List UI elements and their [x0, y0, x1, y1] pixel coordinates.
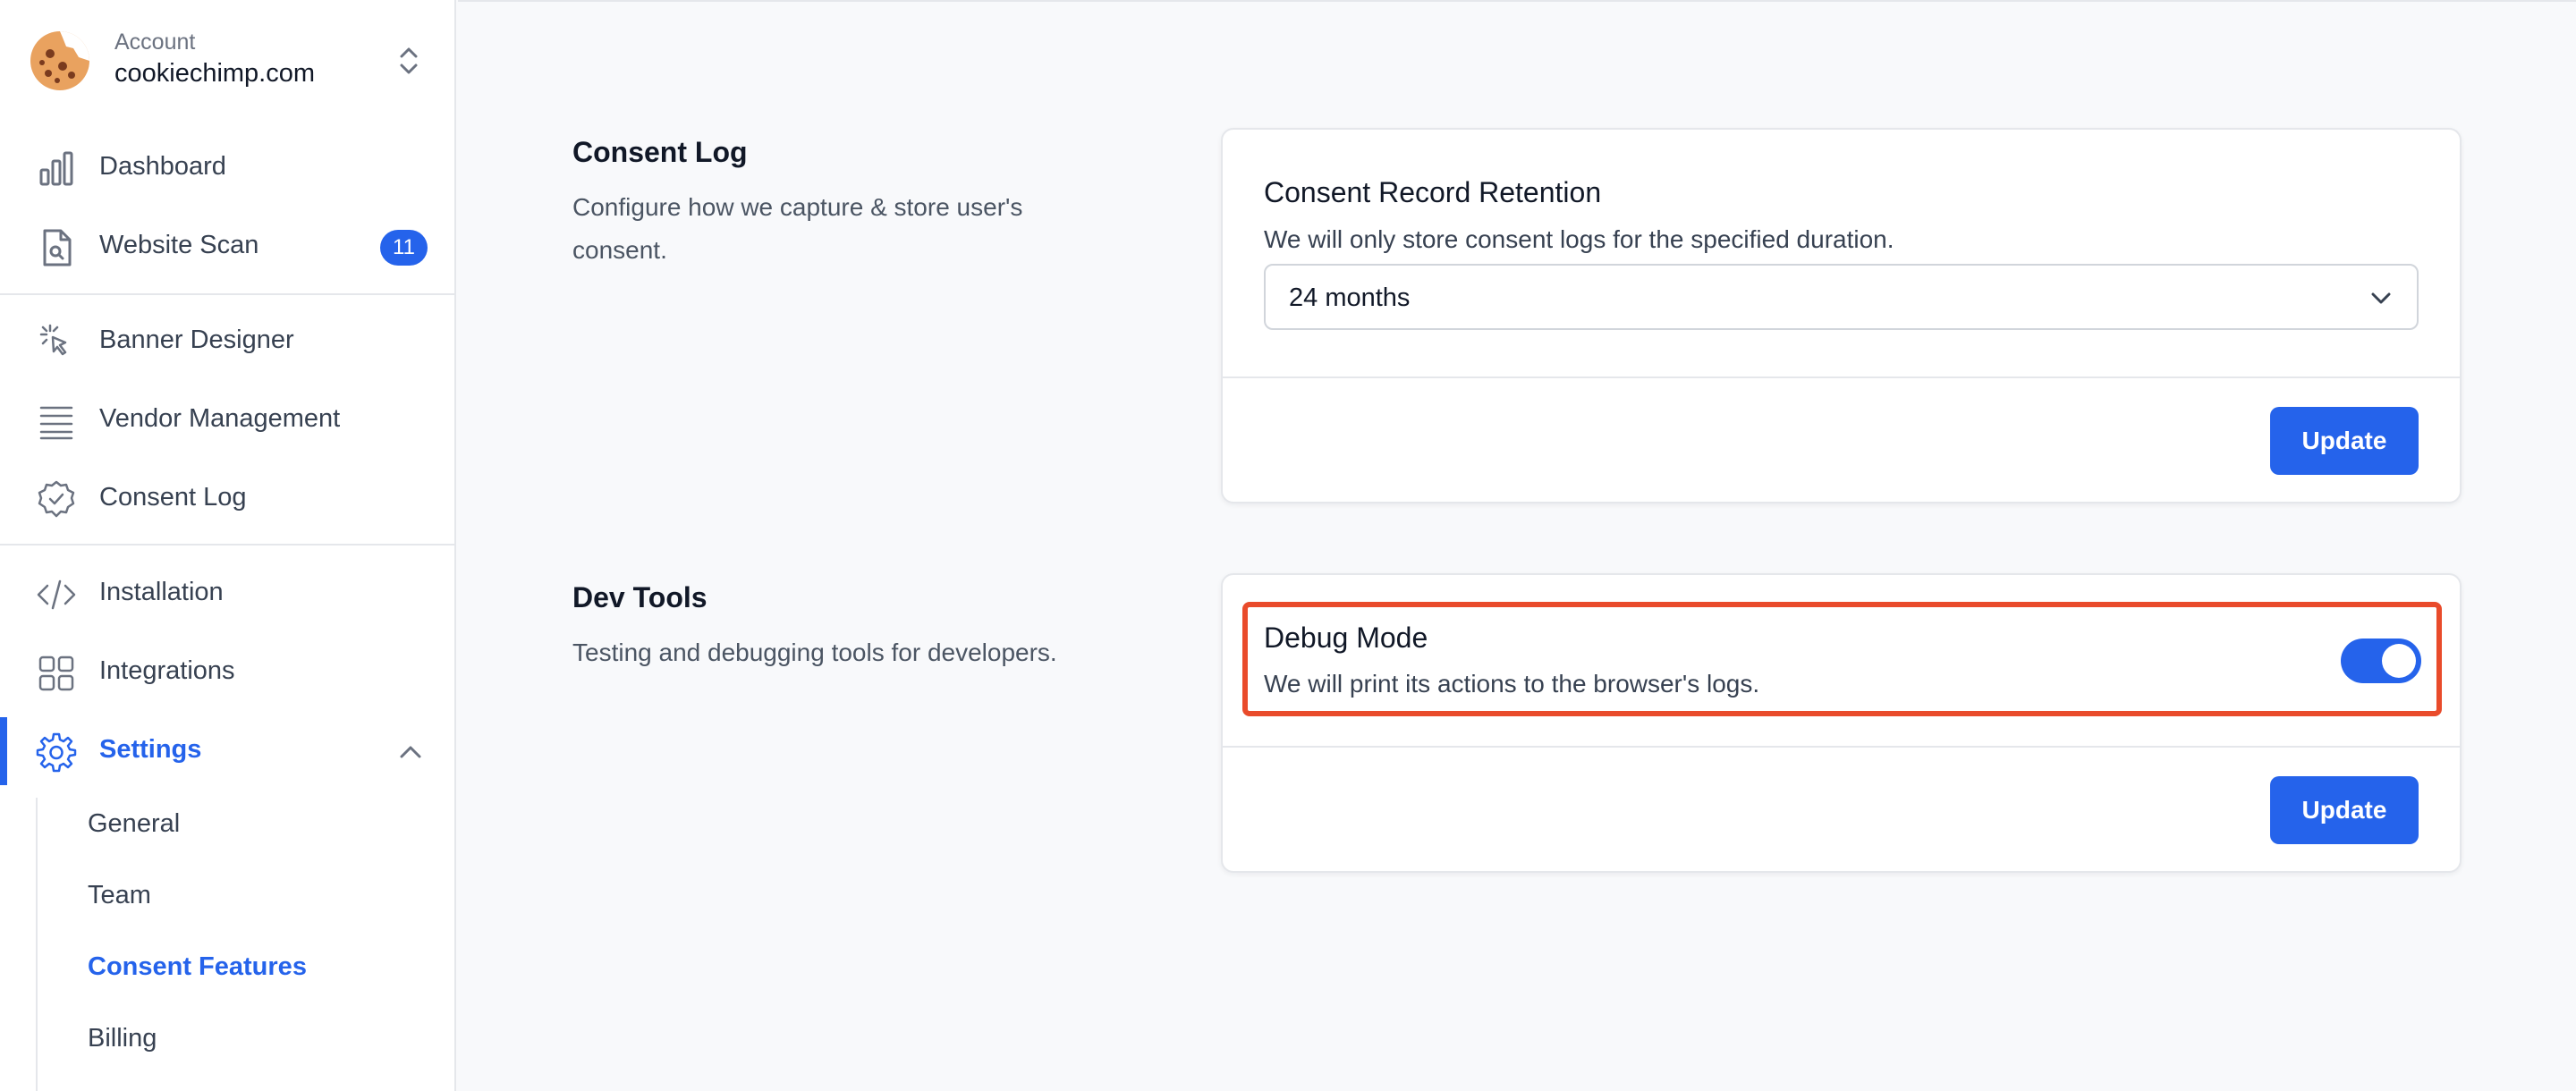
sidebar-item-label: Consent Log	[99, 483, 247, 512]
section-desc-consent-log: Configure how we capture & store user's …	[572, 193, 1023, 264]
debug-mode-highlight	[1242, 602, 2442, 716]
account-switcher[interactable]: Account cookiechimp.com	[0, 0, 454, 125]
sidebar-subitem-consent-features[interactable]: Consent Features	[88, 952, 307, 982]
consent-retention-card: Consent Record Retention We will only st…	[1221, 128, 2462, 503]
code-icon	[37, 579, 76, 610]
check-badge-icon	[38, 480, 75, 518]
bar-chart-icon	[39, 151, 73, 186]
sidebar-item-dashboard[interactable]: Dashboard	[0, 132, 454, 204]
card-description: We will print its actions to the browser…	[1264, 670, 1760, 698]
app-root: Account cookiechimp.com Dashboard Websit…	[0, 0, 2576, 1091]
section-title-dev-tools: Dev Tools	[572, 581, 708, 613]
debug-mode-card: Debug Mode We will print its actions to …	[1221, 573, 2462, 873]
sidebar-subitem-billing[interactable]: Billing	[88, 1024, 157, 1053]
sidebar-item-integrations[interactable]: Integrations	[0, 637, 454, 708]
sidebar: Account cookiechimp.com Dashboard Websit…	[0, 0, 456, 1091]
chevron-up-icon[interactable]	[397, 740, 424, 764]
card-divider	[1223, 376, 2460, 378]
list-lines-icon	[39, 406, 73, 440]
card-description: We will only store consent logs for the …	[1264, 225, 1894, 253]
grid-icon	[38, 655, 74, 691]
card-title: Debug Mode	[1264, 622, 1428, 654]
document-search-icon	[43, 229, 72, 266]
sidebar-divider	[0, 293, 454, 295]
retention-select[interactable]: 24 months	[1264, 264, 2419, 330]
sidebar-item-label: Installation	[99, 578, 224, 606]
toggle-knob	[2382, 644, 2416, 678]
account-label: Account	[114, 30, 196, 55]
card-divider	[1223, 746, 2460, 748]
section-desc-dev-tools: Testing and debugging tools for develope…	[572, 639, 1057, 666]
sidebar-item-label: Integrations	[99, 656, 235, 685]
sidebar-item-website-scan[interactable]: Website Scan 11	[0, 211, 454, 283]
sidebar-item-label: Website Scan	[99, 231, 259, 259]
top-border	[458, 0, 2576, 2]
sidebar-divider	[0, 544, 454, 546]
sidebar-item-installation[interactable]: Installation	[0, 558, 454, 630]
gear-icon	[36, 732, 77, 773]
cookie-logo-icon	[30, 31, 89, 90]
debug-mode-toggle[interactable]	[2341, 639, 2421, 683]
account-name: cookiechimp.com	[114, 59, 316, 88]
update-retention-button[interactable]: Update	[2270, 407, 2419, 475]
sidebar-item-banner-designer[interactable]: Banner Designer	[0, 306, 454, 377]
update-debug-button[interactable]: Update	[2270, 776, 2419, 844]
section-title-consent-log: Consent Log	[572, 136, 748, 168]
retention-select-value: 24 months	[1289, 283, 1411, 312]
sidebar-subitem-team[interactable]: Team	[88, 881, 151, 910]
chevron-down-icon	[2371, 292, 2391, 304]
cursor-click-icon	[39, 324, 67, 356]
sidebar-item-label: Dashboard	[99, 152, 226, 181]
sidebar-item-consent-log[interactable]: Consent Log	[0, 463, 454, 535]
sidebar-item-label: Vendor Management	[99, 404, 341, 433]
chevron-up-down-icon[interactable]	[394, 41, 424, 80]
subnav-guide-line	[36, 798, 38, 1091]
scan-count-badge: 11	[380, 230, 428, 266]
sidebar-item-settings[interactable]: Settings	[0, 715, 454, 787]
sidebar-subitem-general[interactable]: General	[88, 809, 180, 839]
sidebar-item-label: Settings	[99, 735, 202, 764]
sidebar-item-vendor-management[interactable]: Vendor Management	[0, 385, 454, 456]
card-title: Consent Record Retention	[1264, 176, 1602, 208]
sidebar-item-label: Banner Designer	[99, 326, 294, 354]
